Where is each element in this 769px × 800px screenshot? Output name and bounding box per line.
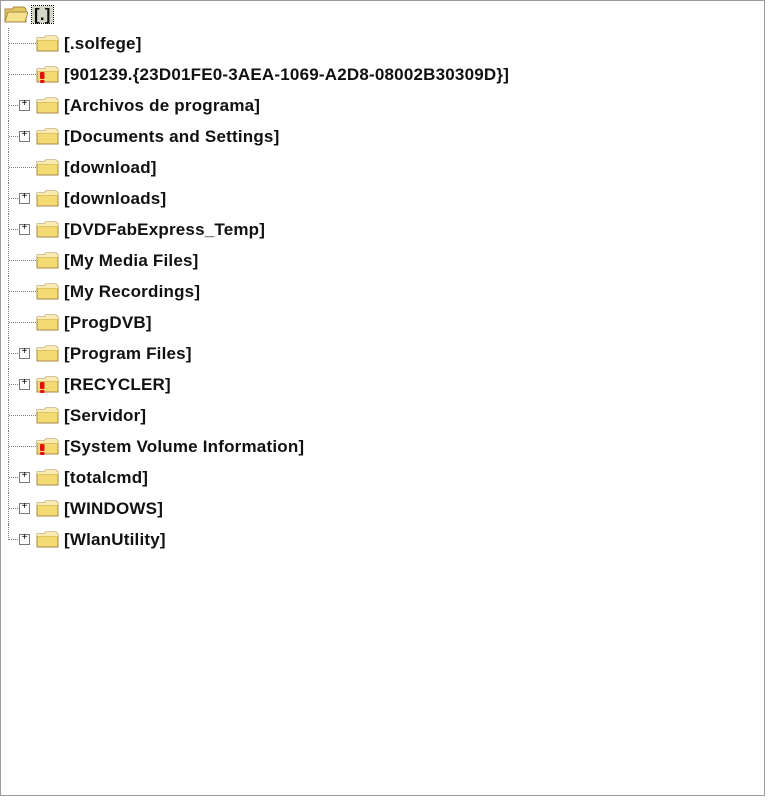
tree-branch-line	[1, 59, 15, 90]
tree-item-label[interactable]: [RECYCLER]	[64, 376, 171, 393]
folder-icon	[36, 220, 60, 240]
folder-alert-icon	[36, 437, 60, 457]
expand-toggle[interactable]: +	[15, 338, 36, 369]
tree-branch-line	[1, 307, 15, 338]
plus-icon[interactable]: +	[19, 348, 30, 359]
plus-icon[interactable]: +	[19, 472, 30, 483]
folder-alert-icon	[36, 375, 60, 395]
tree-branch-line	[1, 493, 15, 524]
folder-icon	[36, 313, 60, 333]
folder-icon	[36, 530, 60, 550]
tree-item[interactable]: [.solfege]	[1, 28, 764, 59]
tree-item[interactable]: [ProgDVB]	[1, 307, 764, 338]
tree-item[interactable]: + [WlanUtility]	[1, 524, 764, 555]
tree-branch-line	[1, 431, 15, 462]
tree-item[interactable]: + [WINDOWS]	[1, 493, 764, 524]
tree-branch-line	[1, 183, 15, 214]
tree-branch-spacer	[15, 59, 36, 90]
tree-item[interactable]: [download]	[1, 152, 764, 183]
plus-icon[interactable]: +	[19, 224, 30, 235]
tree-item-label[interactable]: [ProgDVB]	[64, 314, 152, 331]
tree-item[interactable]: + [DVDFabExpress_Temp]	[1, 214, 764, 245]
expand-toggle[interactable]: +	[15, 90, 36, 121]
folder-icon	[36, 406, 60, 426]
tree-root-label[interactable]: [.]	[32, 6, 53, 23]
tree-branch-line	[1, 524, 15, 555]
tree-item[interactable]: [System Volume Information]	[1, 431, 764, 462]
tree-item[interactable]: + [totalcmd]	[1, 462, 764, 493]
plus-icon[interactable]: +	[19, 131, 30, 142]
plus-icon[interactable]: +	[19, 534, 30, 545]
tree-item-label[interactable]: [My Recordings]	[64, 283, 200, 300]
tree-item[interactable]: + [Archivos de programa]	[1, 90, 764, 121]
tree-root-row[interactable]: [.]	[1, 1, 764, 28]
expand-toggle[interactable]: +	[15, 524, 36, 555]
tree-item-label[interactable]: [download]	[64, 159, 157, 176]
folder-open-icon	[4, 5, 28, 25]
expand-toggle[interactable]: +	[15, 121, 36, 152]
tree-branch-line	[1, 462, 15, 493]
tree-item-label[interactable]: [901239.{23D01FE0-3AEA-1069-A2D8-08002B3…	[64, 66, 509, 83]
folder-icon	[36, 96, 60, 116]
tree-item-label[interactable]: [Archivos de programa]	[64, 97, 260, 114]
folder-icon	[36, 127, 60, 147]
tree-children: [.solfege] [901239.{23D01FE0-3AEA-1069-A2…	[1, 28, 764, 555]
plus-icon[interactable]: +	[19, 193, 30, 204]
folder-icon	[36, 158, 60, 178]
tree-item[interactable]: + [Program Files]	[1, 338, 764, 369]
tree-item-label[interactable]: [WlanUtility]	[64, 531, 166, 548]
tree-branch-line	[1, 338, 15, 369]
expand-toggle[interactable]: +	[15, 462, 36, 493]
tree-item-label[interactable]: [System Volume Information]	[64, 438, 304, 455]
tree-branch-line	[1, 152, 15, 183]
tree-branch-spacer	[15, 152, 36, 183]
tree-item[interactable]: [My Media Files]	[1, 245, 764, 276]
tree-item-label[interactable]: [.solfege]	[64, 35, 142, 52]
expand-toggle[interactable]: +	[15, 493, 36, 524]
folder-alert-icon	[36, 65, 60, 85]
tree-branch-line	[1, 90, 15, 121]
tree-branch-line	[1, 121, 15, 152]
directory-tree[interactable]: [.] [.solfege] [901239.{23D01FE0-3AEA-106…	[0, 0, 765, 796]
tree-branch-spacer	[15, 431, 36, 462]
expand-toggle[interactable]: +	[15, 369, 36, 400]
tree-item[interactable]: [My Recordings]	[1, 276, 764, 307]
tree-item[interactable]: + [RECYCLER]	[1, 369, 764, 400]
tree-item-label[interactable]: [My Media Files]	[64, 252, 199, 269]
folder-icon	[36, 344, 60, 364]
plus-icon[interactable]: +	[19, 379, 30, 390]
tree-branch-line	[1, 245, 15, 276]
expand-toggle[interactable]: +	[15, 214, 36, 245]
tree-item-label[interactable]: [WINDOWS]	[64, 500, 163, 517]
folder-icon	[36, 251, 60, 271]
tree-item-label[interactable]: [Documents and Settings]	[64, 128, 279, 145]
tree-branch-spacer	[15, 245, 36, 276]
folder-icon	[36, 189, 60, 209]
folder-icon	[36, 499, 60, 519]
tree-item-label[interactable]: [DVDFabExpress_Temp]	[64, 221, 265, 238]
tree-item-label[interactable]: [downloads]	[64, 190, 166, 207]
expand-toggle[interactable]: +	[15, 183, 36, 214]
tree-branch-spacer	[15, 400, 36, 431]
plus-icon[interactable]: +	[19, 100, 30, 111]
tree-branch-line	[1, 214, 15, 245]
tree-branch-spacer	[15, 28, 36, 59]
folder-icon	[36, 34, 60, 54]
tree-branch-line	[1, 400, 15, 431]
tree-branch-line	[1, 369, 15, 400]
tree-item[interactable]: + [Documents and Settings]	[1, 121, 764, 152]
tree-branch-spacer	[15, 276, 36, 307]
tree-item[interactable]: [Servidor]	[1, 400, 764, 431]
tree-item-label[interactable]: [Servidor]	[64, 407, 146, 424]
tree-branch-line	[1, 28, 15, 59]
plus-icon[interactable]: +	[19, 503, 30, 514]
tree-item[interactable]: [901239.{23D01FE0-3AEA-1069-A2D8-08002B3…	[1, 59, 764, 90]
folder-icon	[36, 468, 60, 488]
tree-item-label[interactable]: [Program Files]	[64, 345, 192, 362]
tree-branch-line	[1, 276, 15, 307]
tree-branch-spacer	[15, 307, 36, 338]
tree-item-label[interactable]: [totalcmd]	[64, 469, 148, 486]
tree-item[interactable]: + [downloads]	[1, 183, 764, 214]
folder-icon	[36, 282, 60, 302]
